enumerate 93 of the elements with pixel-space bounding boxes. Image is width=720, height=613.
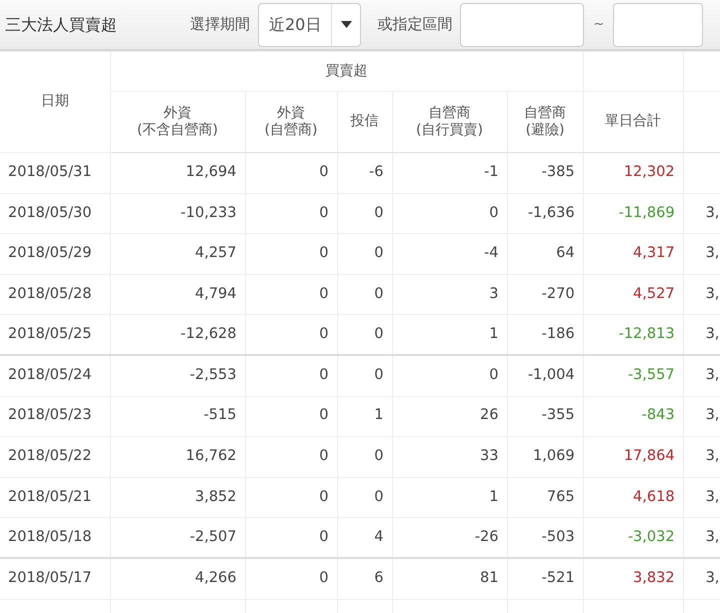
table-cell: -2,553: [110, 355, 245, 396]
table-cell: 0: [245, 518, 337, 558]
group-header: 買賣超: [110, 52, 584, 92]
table-cell: -6: [337, 152, 392, 194]
table-cell: -4: [392, 234, 507, 274]
start-date-field[interactable]: [460, 2, 584, 46]
table-cell: -10,233: [110, 193, 245, 234]
table-cell: 0: [337, 436, 392, 478]
table-cell: 4,527: [583, 274, 684, 315]
table-cell: -843: [583, 396, 684, 437]
table-cell: -12,628: [110, 314, 245, 356]
table-cell: 17,864: [583, 436, 684, 478]
table-cell: -3,032: [583, 518, 684, 558]
table-cell: 33: [392, 436, 507, 478]
column-header: 自營商 (自行買賣): [392, 92, 507, 152]
page-title: 三大法人買賣超: [4, 14, 118, 36]
table-cell: 765: [507, 477, 584, 518]
column-header: 單日合計: [583, 92, 684, 152]
table-cell: 12,302: [583, 152, 684, 194]
table-cell: 4: [337, 518, 392, 558]
table-cell: 3,852: [110, 477, 245, 518]
table-cell: -1: [392, 152, 507, 194]
range-separator: ~: [593, 16, 604, 34]
table-cell: -12,813: [583, 314, 684, 356]
column-header: 自營商 (避險): [507, 92, 584, 152]
table-cell: 0: [245, 314, 337, 356]
table-cell: -3,557: [583, 355, 684, 396]
date-cell: 2018/05/30: [0, 193, 110, 234]
date-cell: 2018/05/29: [0, 234, 110, 274]
table-cell: -2,507: [110, 518, 245, 558]
table-cell: 81: [392, 558, 507, 600]
table-cell: -186: [507, 314, 584, 356]
table-cell: -11,869: [583, 193, 684, 234]
table-cell: 0: [245, 477, 337, 518]
table-cell: 0: [245, 396, 337, 437]
table-cell: -1,636: [507, 193, 584, 234]
table-cell: -515: [110, 396, 245, 437]
table-cell: -521: [507, 558, 584, 600]
table-cell: 12,694: [110, 152, 245, 194]
table-cell: 4,794: [110, 274, 245, 315]
table-cell: 0: [337, 193, 392, 234]
table-cell: 4,266: [110, 558, 245, 600]
date-cell: 2018/05/28: [0, 274, 110, 315]
column-header: 外資 (自營商): [245, 92, 337, 152]
table-cell: 0: [337, 274, 392, 315]
table-cell: 0: [392, 355, 507, 396]
table-cell: 3,832: [583, 558, 684, 600]
table-cell: -503: [507, 518, 584, 558]
table-cell: -26: [392, 518, 507, 558]
table-cell: 1: [392, 314, 507, 356]
table-cell: 0: [245, 193, 337, 234]
column-header: 日期: [0, 52, 110, 152]
table-cell: -270: [507, 274, 584, 315]
table-cell: 0: [337, 314, 392, 356]
table-cell: 4,257: [110, 234, 245, 274]
end-date-field[interactable]: [613, 2, 704, 46]
table-cell: 0: [337, 355, 392, 396]
table-cell: 6: [337, 558, 392, 600]
date-cell: 2018/05/17: [0, 558, 110, 600]
range-label: 或指定區間: [377, 14, 452, 36]
column-header: 投信: [337, 92, 392, 152]
table-cell: 0: [392, 193, 507, 234]
period-dropdown[interactable]: 近20日: [258, 2, 362, 46]
date-cell: 2018/05/31: [0, 152, 110, 194]
table-cell: 0: [245, 234, 337, 274]
period-label: 選擇期間: [190, 14, 250, 36]
table-cell: 0: [245, 355, 337, 396]
date-cell: 2018/05/22: [0, 436, 110, 478]
date-cell: 2018/05/25: [0, 314, 110, 356]
table-cell: -355: [507, 396, 584, 437]
table-cell: 3: [392, 274, 507, 315]
table-cell: 26: [392, 396, 507, 437]
table-cell: 0: [337, 477, 392, 518]
table-cell: 64: [507, 234, 584, 274]
date-cell: 2018/05/24: [0, 355, 110, 396]
table-cell: 4,317: [583, 234, 684, 274]
date-cell: 2018/05/21: [0, 477, 110, 518]
table-cell: 16,762: [110, 436, 245, 478]
date-cell: 2018/05/23: [0, 396, 110, 437]
table-cell: 0: [245, 436, 337, 478]
table-cell: 0: [337, 234, 392, 274]
table-cell: 1: [337, 396, 392, 437]
column-header: 外資 (不含自營商): [110, 92, 245, 152]
table-cell: 0: [245, 152, 337, 194]
table-cell: 4,618: [583, 477, 684, 518]
table-cell: 0: [245, 558, 337, 600]
table-cell: -385: [507, 152, 584, 194]
table-cell: 1,069: [507, 436, 584, 478]
table-cell: -1,004: [507, 355, 584, 396]
caret-down-icon: [340, 21, 352, 28]
date-cell: 2018/05/18: [0, 518, 110, 558]
table-cell: 1: [392, 477, 507, 518]
table-cell: 0: [245, 274, 337, 315]
